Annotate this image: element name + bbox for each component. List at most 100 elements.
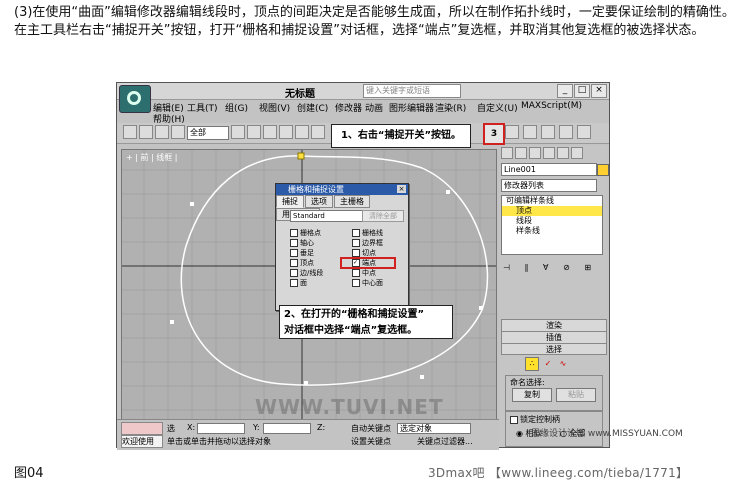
stack-item-vertex[interactable]: 顶点: [502, 206, 602, 216]
rotate-icon[interactable]: [311, 125, 325, 139]
angle-snap-icon[interactable]: [505, 125, 519, 139]
menu-views[interactable]: 视图(V): [259, 101, 290, 114]
menu-graph-editors[interactable]: 图形编辑器: [389, 101, 434, 114]
minimize-button[interactable]: _: [557, 84, 573, 98]
rect-region-icon[interactable]: [263, 125, 277, 139]
object-name-field[interactable]: Line001: [501, 163, 597, 176]
paste-button[interactable]: 粘贴: [556, 388, 596, 402]
x-coordinate-field[interactable]: [197, 423, 245, 434]
y-label: Y:: [253, 423, 260, 432]
maximize-button[interactable]: □: [574, 84, 590, 98]
menu-create[interactable]: 创建(C): [297, 101, 328, 114]
x-label: X:: [187, 423, 196, 432]
snap-vertex[interactable]: 顶点: [284, 258, 314, 268]
modifier-list-dropdown[interactable]: 修改器列表: [501, 179, 597, 192]
snap-bounding-box[interactable]: 边界框: [346, 238, 383, 248]
tab-options[interactable]: 选项: [305, 195, 333, 208]
selection-lock-label[interactable]: 选: [167, 423, 175, 434]
move-icon[interactable]: [295, 125, 309, 139]
snap-grid-points[interactable]: 栅格点: [284, 228, 321, 238]
unlink-icon[interactable]: [171, 125, 185, 139]
percent-snap-icon[interactable]: [523, 125, 537, 139]
snap-midpoint[interactable]: 中点: [346, 268, 376, 278]
window-crossing-icon[interactable]: [279, 125, 293, 139]
lock-handles-checkbox[interactable]: 锁定控制柄: [510, 414, 560, 425]
menu-modifiers[interactable]: 修改器: [335, 101, 362, 114]
snap-perpendicular[interactable]: 垂足: [284, 248, 314, 258]
clear-all-button[interactable]: 清除全部: [362, 210, 404, 222]
callout-step2-line2: 对话框中选择“端点”复选框。: [284, 325, 418, 336]
command-panel: Line001 修改器列表 可编辑样条线 顶点 线段 样条线 ⊣ ∥ ∀ ⊘ ⊞…: [499, 145, 609, 447]
segment-mode-icon[interactable]: ✓: [542, 358, 554, 370]
select-icon[interactable]: [231, 125, 245, 139]
key-filters-button[interactable]: 关键点过滤器...: [417, 436, 473, 447]
named-selections-label: 命名选择:: [510, 378, 545, 387]
set-key-button[interactable]: 设置关键点: [351, 436, 391, 447]
menu-group[interactable]: 组(G): [225, 101, 248, 114]
selection-filter[interactable]: 全部: [187, 126, 229, 140]
window-controls: _ □ ×: [556, 84, 607, 98]
maxscript-listener[interactable]: [121, 422, 163, 435]
motion-tab-icon[interactable]: [543, 147, 555, 159]
window-title: 无标题: [285, 89, 315, 100]
z-label: Z:: [317, 423, 326, 432]
object-color-swatch[interactable]: [597, 164, 609, 176]
dialog-tabs: 捕捉选项主栅格用户栅格: [276, 195, 408, 221]
welcome-label: 欢迎使用: [121, 435, 163, 448]
undo-icon[interactable]: [123, 125, 137, 139]
callout-step2: 2、在打开的“栅格和捕捉设置” 对话框中选择“端点”复选框。: [279, 305, 453, 339]
mirror-icon[interactable]: [577, 125, 591, 139]
menu-customize[interactable]: 自定义(U): [477, 101, 518, 114]
spinner-snap-icon[interactable]: [541, 125, 555, 139]
dialog-close-button[interactable]: ×: [397, 185, 406, 193]
create-tab-icon[interactable]: [501, 147, 513, 159]
modify-tab-icon[interactable]: [515, 147, 527, 159]
menu-maxscript[interactable]: MAXScript(M): [521, 101, 582, 111]
callout-step2-line1: 2、在打开的“栅格和捕捉设置”: [284, 309, 425, 320]
stack-tools[interactable]: ⊣ ∥ ∀ ⊘ ⊞: [503, 263, 603, 273]
spline-mode-icon[interactable]: ∿: [557, 358, 569, 370]
menu-bar: 编辑(E) 工具(T) 组(G) 视图(V) 创建(C) 修改器 动画 图形编辑…: [153, 99, 609, 125]
watermark-right: 思缘设计论坛 www.MISSYUAN.COM: [531, 429, 683, 439]
dialog-title-bar: 栅格和捕捉设置 ×: [276, 184, 408, 195]
hierarchy-tab-icon[interactable]: [529, 147, 541, 159]
utilities-tab-icon[interactable]: [571, 147, 583, 159]
modifier-stack: 可编辑样条线 顶点 线段 样条线: [501, 195, 603, 255]
title-bar: 无标题 键入关键字或短语 _ □ ×: [117, 83, 609, 100]
viewport-label[interactable]: + | 前 | 线框 |: [126, 152, 178, 163]
watermark-bottom: 3Dmax吧 【www.lineeg.com/tieba/1771】: [428, 466, 689, 480]
grid-snap-settings-dialog: 栅格和捕捉设置 × 捕捉选项主栅格用户栅格 Standard 清除全部 栅格点栅…: [275, 183, 409, 311]
link-icon[interactable]: [139, 125, 153, 139]
stack-item-spline[interactable]: 样条线: [502, 226, 602, 236]
app-logo-icon[interactable]: [119, 85, 151, 113]
snap-pivot[interactable]: 轴心: [284, 238, 314, 248]
menu-rendering[interactable]: 渲染(R): [435, 101, 466, 114]
select-by-name-icon[interactable]: [247, 125, 261, 139]
menu-tools[interactable]: 工具(T): [187, 101, 218, 114]
copy-button[interactable]: 复制: [512, 388, 552, 402]
tab-snaps[interactable]: 捕捉: [276, 195, 304, 208]
callout-step1: 1、右击“捕捉开关”按钮。: [331, 124, 471, 148]
stack-item-segment[interactable]: 线段: [502, 216, 602, 226]
intro-paragraph: (3)在使用“曲面”编辑修改器编辑线段时，顶点的间距决定是否能够生成面，所以在制…: [14, 5, 735, 38]
snap-edge-segment[interactable]: 边/线段: [284, 268, 323, 278]
snap-center-face[interactable]: 中心面: [346, 278, 383, 288]
named-selection-icon[interactable]: [559, 125, 573, 139]
dialog-title: 栅格和捕捉设置: [288, 185, 344, 194]
vertex-mode-icon[interactable]: ∴: [525, 357, 539, 371]
prompt-line: 单击或单击并拖动以选择对象: [167, 437, 271, 446]
snap-toggle-button[interactable]: 3: [483, 123, 505, 145]
snap-grid-lines[interactable]: 栅格线: [346, 228, 383, 238]
auto-key-button[interactable]: 自动关键点: [351, 423, 391, 434]
rollout-selection[interactable]: 选择: [501, 343, 607, 355]
tab-home-grid[interactable]: 主栅格: [334, 195, 370, 208]
bind-icon[interactable]: [155, 125, 169, 139]
close-button[interactable]: ×: [591, 84, 607, 98]
y-coordinate-field[interactable]: [263, 423, 311, 434]
key-filter-dropdown[interactable]: 选定对象: [397, 423, 471, 434]
menu-animation[interactable]: 动画: [365, 101, 383, 114]
display-tab-icon[interactable]: [557, 147, 569, 159]
stack-item-editable-spline[interactable]: 可编辑样条线: [502, 196, 602, 206]
snap-face[interactable]: 面: [284, 278, 307, 288]
search-input[interactable]: 键入关键字或短语: [363, 84, 461, 98]
